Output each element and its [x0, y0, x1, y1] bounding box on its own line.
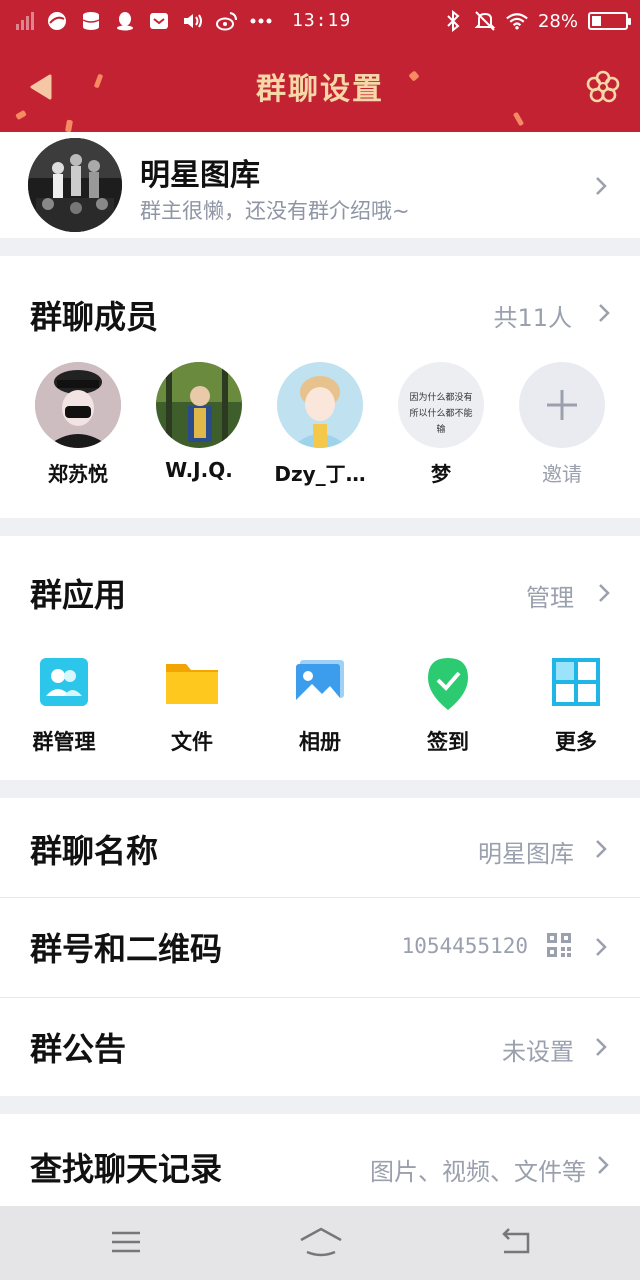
member-item[interactable]: 因为什么都没有 所以什么都不能输 梦: [391, 362, 491, 487]
chevron-right-icon: [594, 936, 608, 958]
status-time: 13:19: [292, 10, 352, 31]
group-number-row[interactable]: 群号和二维码 1054455120: [0, 898, 640, 997]
search-history-row[interactable]: 查找聊天记录 图片、视频、文件等: [0, 1114, 640, 1206]
theme-flower-button[interactable]: [586, 70, 620, 104]
member-name: 梦: [431, 462, 451, 486]
chevron-right-icon: [594, 175, 608, 197]
group-description: 群主很懒，还没有群介绍哦~: [140, 199, 410, 223]
grid-more-icon: [548, 656, 604, 712]
app-album[interactable]: 相册: [270, 656, 370, 756]
storage-icon: [80, 10, 102, 32]
chevron-right-icon: [596, 1154, 610, 1176]
member-name: 郑苏悦: [48, 462, 108, 486]
bluetooth-icon: [442, 10, 464, 32]
folder-icon: [164, 656, 220, 712]
app-label: 群管理: [32, 730, 96, 754]
chevron-right-icon[interactable]: [597, 302, 611, 324]
members-title: 群聊成员: [30, 298, 159, 336]
row-title: 群公告: [30, 1030, 127, 1068]
back-icon[interactable]: [496, 1224, 536, 1260]
invite-button[interactable]: 邀请: [512, 362, 612, 487]
member-name: W.J.Q.: [165, 458, 233, 482]
row-value: 图片、视频、文件等: [370, 1158, 586, 1186]
member-avatar: [156, 362, 242, 448]
group-apps-title: 群应用: [30, 576, 127, 614]
confetti-decoration: [65, 119, 73, 132]
announcement-row[interactable]: 群公告 未设置: [0, 998, 640, 1096]
app-label: 相册: [299, 730, 341, 754]
member-item[interactable]: 郑苏悦: [28, 362, 128, 487]
member-count[interactable]: 共11人: [493, 298, 572, 333]
member-name: Dzy_丁…: [274, 462, 366, 486]
plus-icon: [519, 362, 605, 448]
invite-label: 邀请: [542, 462, 582, 486]
member-item[interactable]: W.J.Q.: [149, 362, 249, 482]
menu-icon[interactable]: [106, 1224, 146, 1260]
confetti-decoration: [15, 109, 27, 121]
volume-icon: [182, 10, 204, 32]
weibo-icon: [216, 10, 238, 32]
page-title: 群聊设置: [256, 72, 384, 107]
confetti-decoration: [512, 111, 525, 127]
row-title: 查找聊天记录: [30, 1150, 223, 1188]
chevron-right-icon: [594, 1036, 608, 1058]
manage-link[interactable]: 管理: [526, 578, 574, 613]
row-title: 群聊名称: [30, 832, 159, 870]
battery-icon: [588, 12, 631, 30]
member-avatar: [35, 362, 121, 448]
group-name: 明星图库: [140, 158, 260, 193]
home-icon[interactable]: [298, 1224, 344, 1260]
group-name-row[interactable]: 群聊名称 明星图库: [0, 798, 640, 897]
signal-icon: [16, 12, 34, 30]
app-group-manage[interactable]: 群管理: [14, 656, 114, 756]
title-bar: 13:19 28% 群聊设置: [0, 0, 640, 132]
check-in-icon: [420, 656, 476, 712]
chevron-right-icon: [594, 838, 608, 860]
app-check-in[interactable]: 签到: [398, 656, 498, 756]
status-bar: 13:19 28%: [0, 0, 640, 44]
app-label: 文件: [171, 730, 213, 754]
mail-icon: [148, 10, 170, 32]
member-avatar: 因为什么都没有 所以什么都不能输: [398, 362, 484, 448]
row-title: 群号和二维码: [30, 930, 223, 968]
system-nav-bar: [0, 1206, 640, 1280]
chevron-right-icon[interactable]: [597, 582, 611, 604]
member-item[interactable]: Dzy_丁…: [270, 362, 370, 487]
qr-code-icon: [546, 932, 572, 958]
app-more[interactable]: 更多: [526, 656, 626, 756]
photo-album-icon: [292, 656, 348, 712]
group-manage-icon: [36, 656, 92, 712]
row-value: 未设置: [502, 1038, 574, 1066]
app-label: 签到: [427, 730, 469, 754]
qq-icon: [114, 10, 136, 32]
app-label: 更多: [555, 730, 597, 754]
battery-percent: 28%: [537, 10, 578, 32]
more-dots-icon: [250, 10, 272, 32]
group-avatar: [28, 138, 122, 232]
avatar-text: 因为什么都没有 所以什么都不能输: [409, 393, 473, 435]
member-avatar: [277, 362, 363, 448]
mute-icon: [474, 10, 496, 32]
wifi-icon: [506, 10, 528, 32]
app-files[interactable]: 文件: [142, 656, 242, 756]
group-number: 1054455120: [401, 934, 528, 958]
row-value: 明星图库: [478, 840, 574, 868]
browser-icon: [46, 10, 68, 32]
